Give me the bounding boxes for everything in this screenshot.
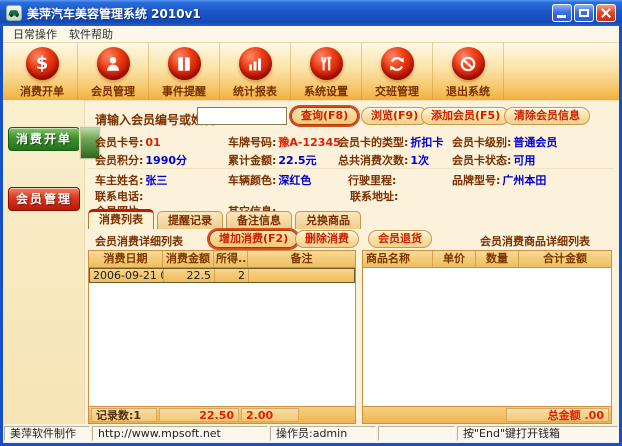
field-member-points: 会员积分:1990分 [95, 152, 187, 167]
menu-daily-operations[interactable]: 日常操作 [7, 25, 63, 43]
sidebar-member-management-button[interactable]: 会员管理 [8, 187, 80, 211]
status-operator: 操作员:admin [270, 426, 376, 441]
consume-table-row-selected[interactable]: 2006-09-21 09 22.5 2 [89, 268, 355, 283]
clear-member-info-button[interactable]: 清除会员信息 [504, 107, 590, 125]
field-contact-address: 联系地址: [350, 188, 400, 203]
field-total-consume-times: 总共消费次数:1次 [338, 152, 429, 167]
consume-table-header: 消费日期 消费金额 所得... 备注 [89, 251, 355, 268]
field-accumulated-amount: 累计金额:22.5元 [228, 152, 317, 167]
record-count: 记录数:1 [91, 408, 157, 422]
field-vehicle-color: 车辆颜色:深红色 [228, 172, 311, 187]
reminder-book-icon [168, 47, 201, 80]
window-title: 美萍汽车美容管理系统 2010v1 [27, 5, 552, 22]
car-app-icon[interactable] [6, 5, 22, 21]
toolbar-item-consume-billing[interactable]: $ 消费开单 [7, 43, 78, 100]
column-quantity[interactable]: 数量 [476, 251, 519, 267]
field-card-level: 会员卡级别:普通会员 [452, 134, 557, 149]
status-maker: 美萍软件制作 [4, 426, 90, 441]
add-member-button[interactable]: 添加会员(F5) [421, 107, 510, 125]
consume-goods-table: 商品名称 单价 数量 合计金额 [362, 250, 612, 407]
column-consume-date[interactable]: 消费日期 [89, 251, 163, 267]
browse-button[interactable]: 浏览(F9) [361, 107, 428, 125]
window-controls [552, 4, 616, 22]
field-card-number: 会员卡号:01 [95, 134, 161, 149]
status-cashbox-hint: 按"End"键打开钱箱 [457, 426, 618, 441]
field-card-status: 会员卡状态:可用 [452, 152, 535, 167]
app-window: 美萍汽车美容管理系统 2010v1 日常操作 软件帮助 $ 消费开单 会员管理 … [0, 0, 622, 446]
consume-list-title: 会员消费详细列表 [95, 233, 183, 249]
toolbar-item-system-settings[interactable]: 系统设置 [291, 43, 362, 100]
shift-refresh-icon [381, 47, 414, 80]
maximize-button[interactable] [574, 4, 594, 22]
main-toolbar: $ 消费开单 会员管理 事件提醒 统计报表 系统设置 [3, 43, 619, 100]
info-divider [88, 168, 614, 169]
add-consume-button[interactable]: 增加消费(F2) [209, 230, 298, 248]
goods-table-header: 商品名称 单价 数量 合计金额 [363, 251, 611, 268]
menu-bar: 日常操作 软件帮助 [3, 26, 619, 43]
column-unit-price[interactable]: 单价 [433, 251, 476, 267]
member-icon [97, 47, 130, 80]
menu-software-help[interactable]: 软件帮助 [63, 25, 119, 43]
goods-summary-bar: 总金额 .00 [362, 407, 612, 424]
toolbar-item-member-management[interactable]: 会员管理 [78, 43, 149, 100]
grand-total-label: 总金额 [548, 409, 581, 422]
field-owner-name: 车主姓名:张三 [95, 172, 167, 187]
tab-exchange-goods[interactable]: 兑换商品 [295, 211, 361, 229]
tab-note-info[interactable]: 备注信息 [226, 211, 292, 229]
close-button[interactable] [596, 4, 616, 22]
minimize-icon [557, 15, 566, 18]
goods-list-title: 会员消费商品详细列表 [455, 233, 615, 249]
column-total-amount[interactable]: 合计金额 [519, 251, 611, 267]
amount-total: 22.50 [159, 408, 239, 422]
tab-strip: 消费列表 提醒记录 备注信息 兑换商品 [88, 209, 614, 229]
grand-total: 总金额 .00 [506, 408, 609, 422]
consume-records-table: 消费日期 消费金额 所得... 备注 2006-09-21 09 22.5 2 [88, 250, 356, 407]
consume-summary-bar: 记录数:1 22.50 2.00 [88, 407, 356, 424]
tab-reminder-records[interactable]: 提醒记录 [157, 211, 223, 229]
toolbar-item-statistics-report[interactable]: 统计报表 [220, 43, 291, 100]
query-button[interactable]: 查询(F8) [291, 107, 358, 125]
column-goods-name[interactable]: 商品名称 [363, 251, 433, 267]
toolbar-item-shift-management[interactable]: 交班管理 [362, 43, 433, 100]
dollar-icon: $ [26, 47, 59, 80]
column-points-earned[interactable]: 所得... [214, 251, 248, 267]
cell-consume-amount: 22.5 [164, 269, 215, 282]
field-mileage: 行驶里程: [348, 172, 398, 187]
toolbar-item-exit-system[interactable]: 退出系统 [433, 43, 504, 100]
column-consume-amount[interactable]: 消费金额 [163, 251, 214, 267]
member-refund-button[interactable]: 会员退货 [368, 230, 432, 248]
sidebar-consume-billing-button[interactable]: 消费开单 [8, 127, 80, 151]
status-empty [378, 426, 455, 441]
field-card-type: 会员卡的类型:折扣卡 [338, 134, 443, 149]
car-glyph [7, 6, 21, 20]
member-search-input[interactable] [197, 107, 287, 125]
title-bar: 美萍汽车美容管理系统 2010v1 [0, 0, 622, 26]
exit-block-icon [452, 47, 485, 80]
grand-total-value: .00 [585, 409, 605, 422]
field-brand-model: 品牌型号:广州本田 [452, 172, 546, 187]
tools-icon [310, 47, 343, 80]
delete-consume-button[interactable]: 删除消费 [295, 230, 359, 248]
cell-note [249, 269, 354, 282]
bar-chart-icon [239, 47, 272, 80]
status-bar: 美萍软件制作 http://www.mpsoft.net 操作员:admin 按… [3, 424, 619, 443]
cell-points-earned: 2 [215, 269, 249, 282]
points-total: 2.00 [241, 408, 299, 422]
tab-consume-list[interactable]: 消费列表 [88, 209, 154, 229]
maximize-icon [579, 9, 589, 17]
field-plate-number: 车牌号码:豫A-12345 [228, 134, 341, 149]
field-contact-phone: 联系电话: [95, 188, 145, 203]
status-website: http://www.mpsoft.net [92, 426, 268, 441]
cell-consume-date: 2006-09-21 09 [90, 269, 164, 282]
toolbar-item-event-reminder[interactable]: 事件提醒 [149, 43, 220, 100]
minimize-button[interactable] [552, 4, 572, 22]
column-note[interactable]: 备注 [248, 251, 355, 267]
